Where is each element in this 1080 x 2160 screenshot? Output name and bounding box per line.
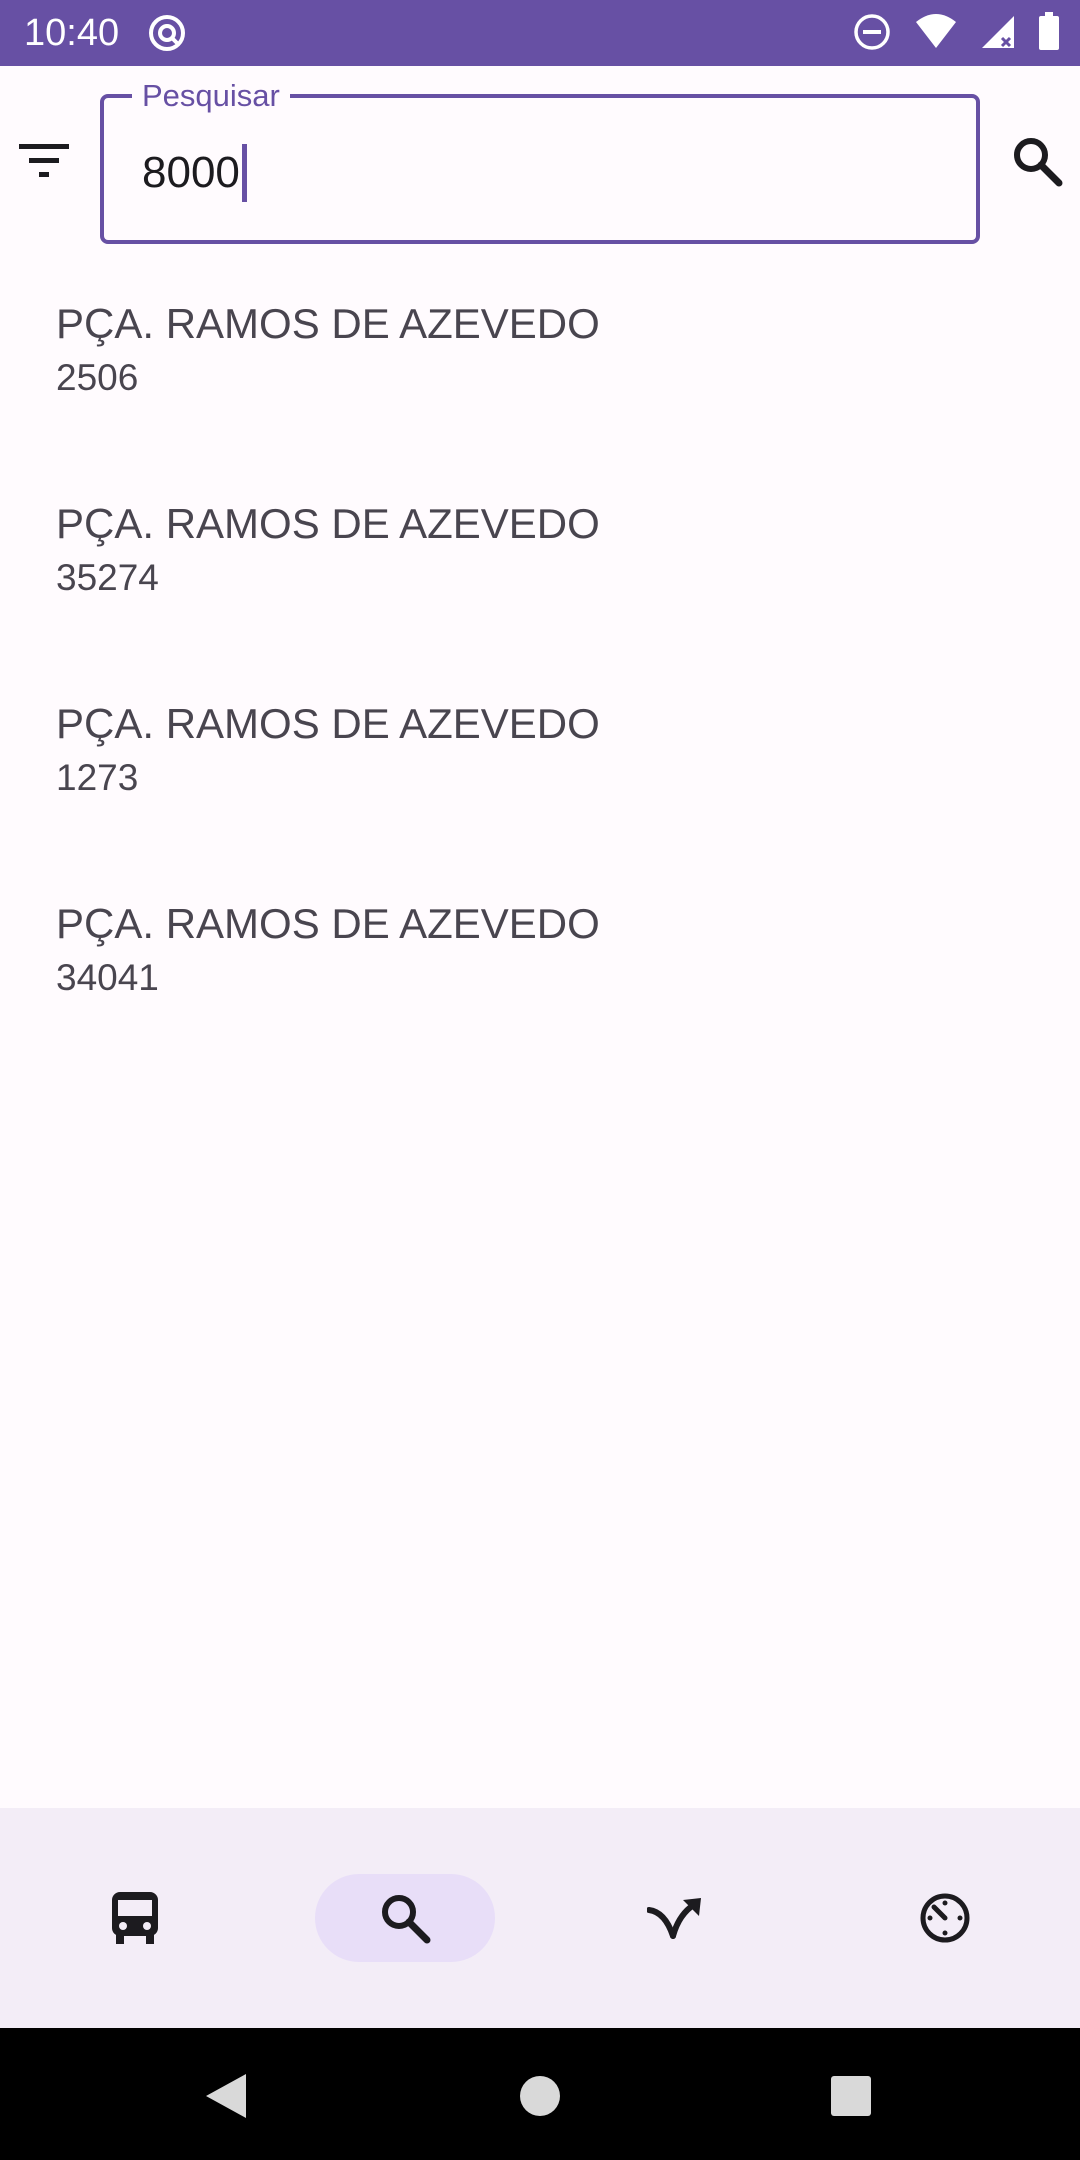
bottom-navigation — [0, 1808, 1080, 2028]
search-input-value[interactable]: 8000 — [142, 144, 247, 202]
nav-item-timer[interactable] — [855, 1874, 1035, 1962]
nav-item-search[interactable] — [315, 1874, 495, 1962]
nav-item-lines[interactable] — [45, 1874, 225, 1962]
search-input-text: 8000 — [142, 148, 240, 197]
search-label: Pesquisar — [132, 78, 290, 114]
accessibility-icon — [149, 15, 186, 51]
filter-icon — [19, 144, 69, 177]
search-icon — [1014, 138, 1063, 187]
bus-icon — [112, 1892, 158, 1944]
timer-icon — [920, 1893, 970, 1943]
result-title: PÇA. RAMOS DE AZEVEDO — [56, 700, 600, 747]
result-subtitle: 34041 — [56, 957, 159, 998]
results-list: PÇA. RAMOS DE AZEVEDO 2506 PÇA. RAMOS DE… — [0, 280, 1080, 1080]
signal-icon — [982, 16, 1014, 48]
result-title: PÇA. RAMOS DE AZEVEDO — [56, 500, 600, 547]
status-time: 10:40 — [24, 11, 120, 54]
search-button[interactable] — [1004, 128, 1070, 194]
result-subtitle: 35274 — [56, 557, 159, 598]
filter-button[interactable] — [14, 130, 74, 190]
nav-item-routes[interactable] — [585, 1874, 765, 1962]
list-item[interactable]: PÇA. RAMOS DE AZEVEDO 2506 — [0, 280, 1080, 480]
do-not-disturb-icon — [854, 14, 890, 50]
back-icon — [206, 2074, 246, 2118]
route-icon — [647, 1898, 701, 1939]
home-icon — [520, 2076, 560, 2116]
text-cursor — [241, 144, 247, 202]
status-icons — [852, 12, 1060, 52]
recents-icon — [831, 2076, 871, 2116]
status-bar: 10:40 — [0, 0, 1080, 66]
wifi-icon — [916, 14, 956, 48]
back-button[interactable] — [198, 2068, 254, 2124]
home-button[interactable] — [512, 2068, 568, 2124]
list-item[interactable]: PÇA. RAMOS DE AZEVEDO 35274 — [0, 480, 1080, 680]
result-subtitle: 2506 — [56, 357, 139, 398]
recents-button[interactable] — [823, 2068, 879, 2124]
list-item[interactable]: PÇA. RAMOS DE AZEVEDO 34041 — [0, 880, 1080, 1080]
list-item[interactable]: PÇA. RAMOS DE AZEVEDO 1273 — [0, 680, 1080, 880]
system-navigation-bar — [0, 2028, 1080, 2160]
result-title: PÇA. RAMOS DE AZEVEDO — [56, 300, 600, 347]
search-icon — [382, 1895, 431, 1944]
result-title: PÇA. RAMOS DE AZEVEDO — [56, 900, 600, 947]
battery-icon — [1039, 12, 1059, 50]
result-subtitle: 1273 — [56, 757, 139, 798]
